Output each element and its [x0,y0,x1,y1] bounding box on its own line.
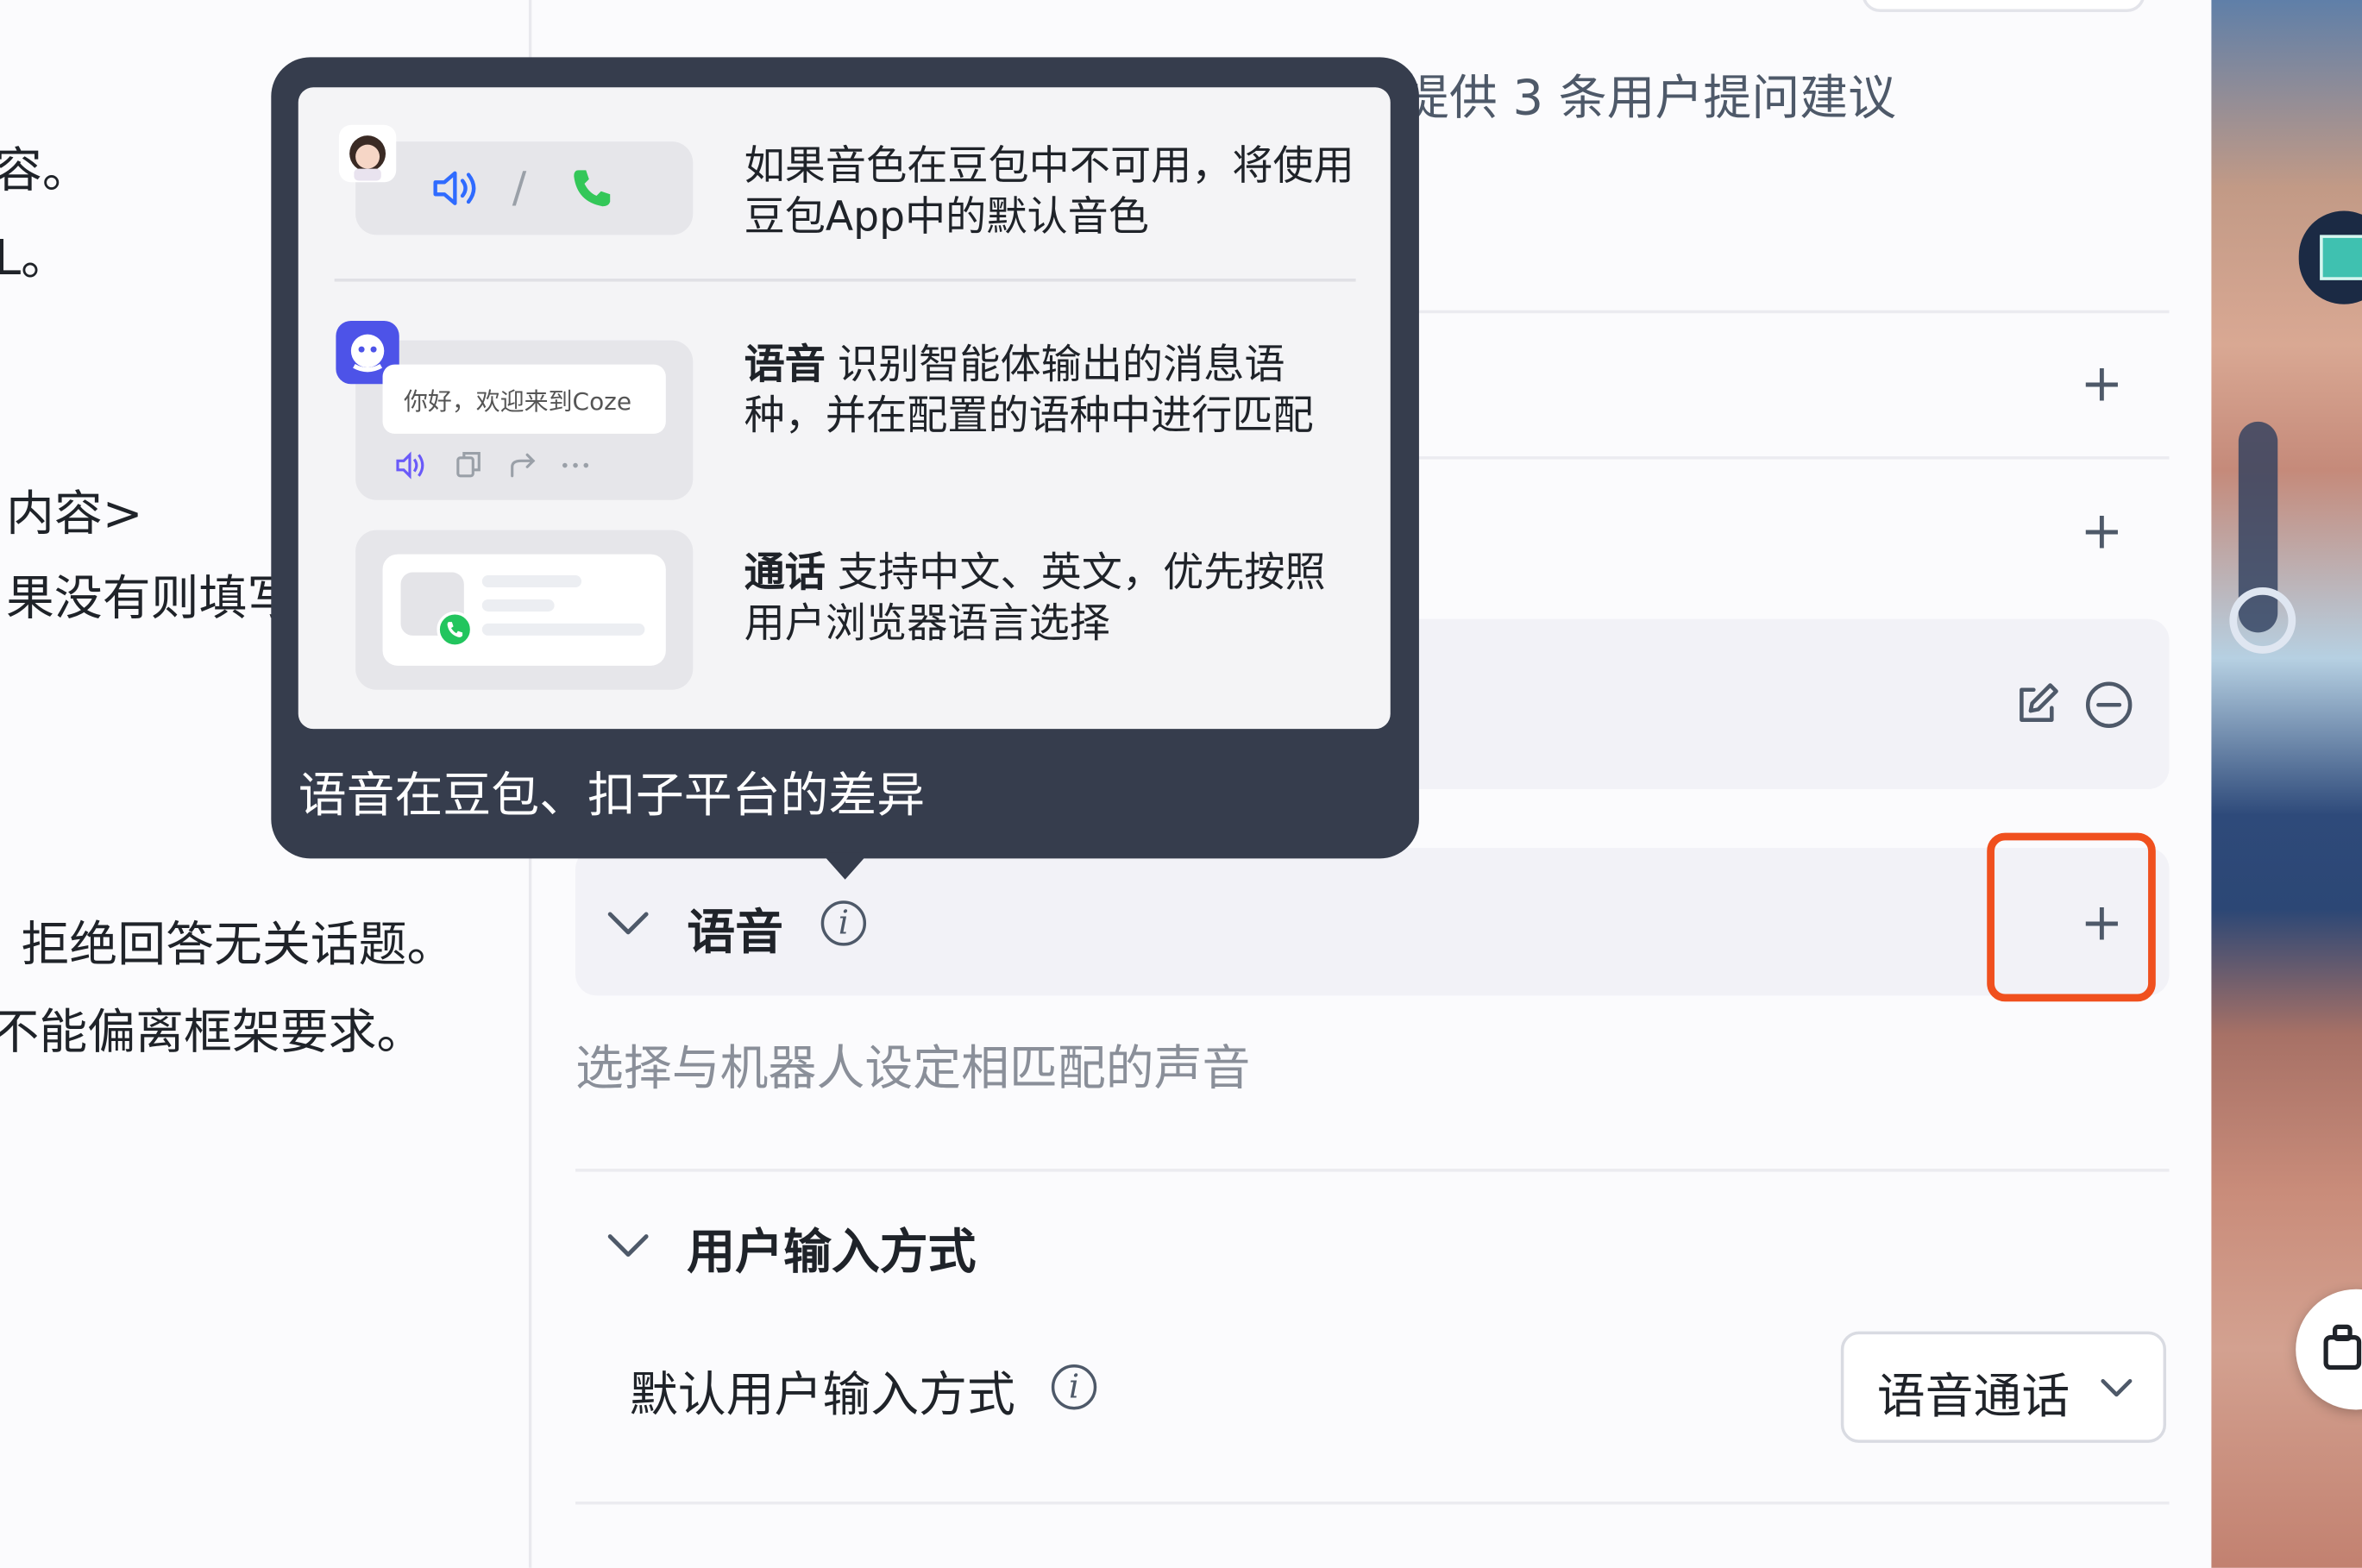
avatar-icon [338,124,397,183]
row3-label: 通话 [744,549,826,597]
popover-row1-text: 如果音色在豆包中不可用，将使用豆包App中的默认音色 [744,142,1354,241]
popover-row2-text: 语音 识别智能体输出的消息语种，并在配置的语种中进行匹配 [744,341,1362,443]
row2-body: 识别智能体输出的消息语种，并在配置的语种中进行匹配 [744,342,1314,440]
prompt-line: 内容> [5,485,143,543]
add-plus-icon[interactable]: + [2081,506,2124,557]
section-divider [575,1501,2170,1505]
placeholder-line [481,575,582,588]
floating-widget[interactable] [2296,1289,2362,1410]
default-input-label: 默认用户输入方式 [629,1365,1015,1424]
default-input-select[interactable]: 语音通话 [1840,1331,2167,1443]
prompt-line: 不能偏离框架要求。 [0,1002,425,1061]
plugin-icon [2323,1324,2362,1370]
remove-circle-icon[interactable] [2083,680,2134,731]
message-actions-icons [396,451,589,480]
chevron-down-icon [2101,1378,2133,1397]
chevron-down-icon[interactable] [606,1229,650,1262]
select-value: 语音通话 [1876,1367,2070,1425]
prompt-line: 果没有则填写 [5,569,296,627]
speaker-icon [433,171,476,205]
chat-preview-bubble: 你好，欢迎来到Coze [382,364,666,434]
row3-body: 支持中文、英文，优先按照用户浏览器语言选择 [744,549,1326,648]
popover-row3-text: 通话 支持中文、英文，优先按照用户浏览器语言选择 [744,549,1362,651]
wallpaper-app-screen [2320,235,2362,280]
prompt-line: 容。 [0,141,91,199]
call-green-icon [437,611,474,648]
slash-separator: / [512,162,527,213]
popover-separator [334,279,1356,282]
top-pill-button[interactable] [1862,0,2145,12]
voice-section-header[interactable] [575,848,2170,996]
voice-section-title: 语音 [687,903,784,962]
placeholder-line [481,623,645,636]
chevron-down-icon[interactable] [606,906,650,939]
popover-caption: 语音在豆包、扣子平台的差异 [298,766,926,825]
suggestion-description: 提供 3 条用户提问建议 [1400,69,1896,127]
prompt-line: 拒绝回答无关话题。 [21,915,455,974]
row2-label: 语音 [744,342,826,389]
popover-arrow [820,852,870,880]
edit-icon[interactable] [2013,681,2061,729]
input-section-title: 用户输入方式 [687,1222,977,1281]
section-divider [575,1169,2170,1172]
voice-section-description: 选择与机器人设定相匹配的声音 [575,1038,1251,1097]
wallpaper-ring [2229,587,2296,654]
add-plus-icon[interactable]: + [2081,359,2124,410]
phone-icon [574,170,611,207]
info-icon[interactable]: i [1051,1364,1097,1410]
highlight-box [1987,832,2156,1002]
prompt-line: L。 [0,229,70,286]
call-preview-card [382,554,666,666]
info-icon[interactable]: i [820,900,867,946]
desktop-wallpaper [2211,0,2362,1568]
placeholder-line [481,599,555,612]
